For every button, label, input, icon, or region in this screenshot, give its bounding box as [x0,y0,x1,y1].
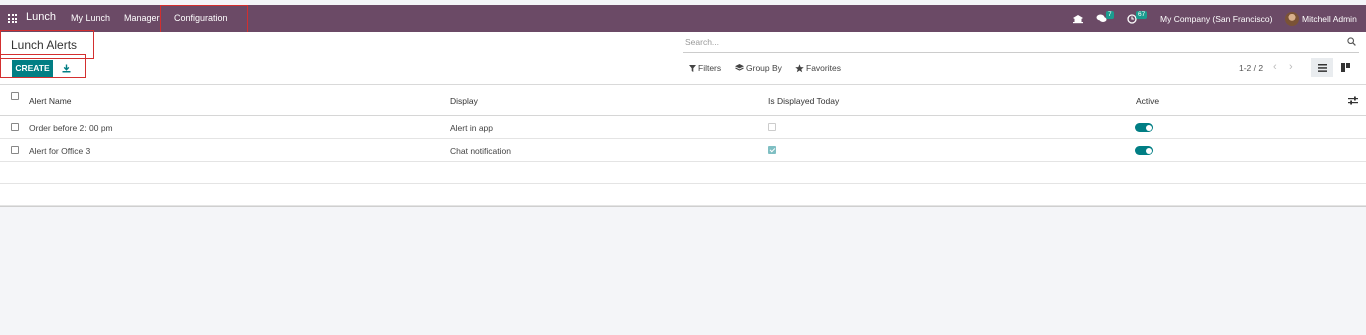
kanban-view-button[interactable] [1334,58,1356,77]
group-by-label: Group By [746,63,782,73]
user-menu[interactable]: Mitchell Admin [1285,10,1357,27]
column-active[interactable]: Active [1136,96,1159,106]
layers-icon [735,64,744,71]
empty-row [0,162,1366,184]
column-display[interactable]: Display [450,96,478,106]
alert-name-cell[interactable]: Alert for Office 3 [29,146,90,156]
active-toggle[interactable] [1135,146,1153,155]
list-view-button[interactable] [1311,58,1333,77]
optional-columns-icon[interactable] [1348,96,1358,105]
search-input[interactable] [685,37,1325,47]
list-bottom-border [0,206,1366,207]
company-switcher[interactable]: My Company (San Francisco) [1160,10,1272,27]
avatar [1285,11,1299,26]
filters-label: Filters [698,63,722,73]
display-cell[interactable]: Chat notification [450,146,511,156]
user-name: Mitchell Admin [1302,13,1357,24]
filters-button[interactable]: Filters [689,63,721,73]
row-checkbox[interactable] [11,123,19,131]
display-cell[interactable]: Alert in app [450,123,493,133]
active-toggle[interactable] [1135,123,1153,132]
star-icon [795,63,804,72]
pager-value[interactable]: 1-2 / 2 [1239,63,1263,73]
apps-grid-icon[interactable] [8,14,17,23]
favorites-button[interactable]: Favorites [795,63,841,73]
chevron-left-icon[interactable]: ‹ [1273,61,1277,73]
table-header: Alert Name Display Is Displayed Today Ac… [0,85,1366,116]
search-bar [683,33,1359,53]
group-by-button[interactable]: Group By [735,63,782,73]
kanban-icon [1340,63,1350,72]
displayed-today-checkbox [768,123,776,131]
favorites-label: Favorites [806,63,841,73]
menu-manager[interactable]: Manager [124,13,160,23]
table-row[interactable]: Alert for Office 3 Chat notification [0,139,1366,162]
alert-name-cell[interactable]: Order before 2: 00 pm [29,123,113,133]
messages-button[interactable]: 7 [1096,10,1114,27]
activities-button[interactable]: 67 [1127,10,1148,27]
highlight-buttons [0,54,86,78]
menu-my-lunch[interactable]: My Lunch [71,13,110,23]
column-is-displayed-today[interactable]: Is Displayed Today [768,96,839,106]
column-alert-name[interactable]: Alert Name [29,96,72,106]
row-checkbox[interactable] [11,146,19,154]
chevron-right-icon[interactable]: › [1289,61,1293,73]
search-icon[interactable] [1347,37,1356,46]
messages-badge: 7 [1106,10,1114,19]
empty-row [0,184,1366,206]
table-row[interactable]: Order before 2: 00 pm Alert in app [0,116,1366,139]
debug-icon[interactable] [1072,10,1084,27]
control-panel: Lunch Alerts CREATE Filters Group By Fav… [0,30,1366,85]
select-all-checkbox[interactable] [11,92,19,100]
activities-badge: 67 [1136,10,1148,19]
displayed-today-checkbox [768,146,776,154]
alerts-list: Alert Name Display Is Displayed Today Ac… [0,85,1366,207]
app-name[interactable]: Lunch [26,11,56,23]
list-icon [1317,63,1327,72]
filter-icon [689,64,696,72]
